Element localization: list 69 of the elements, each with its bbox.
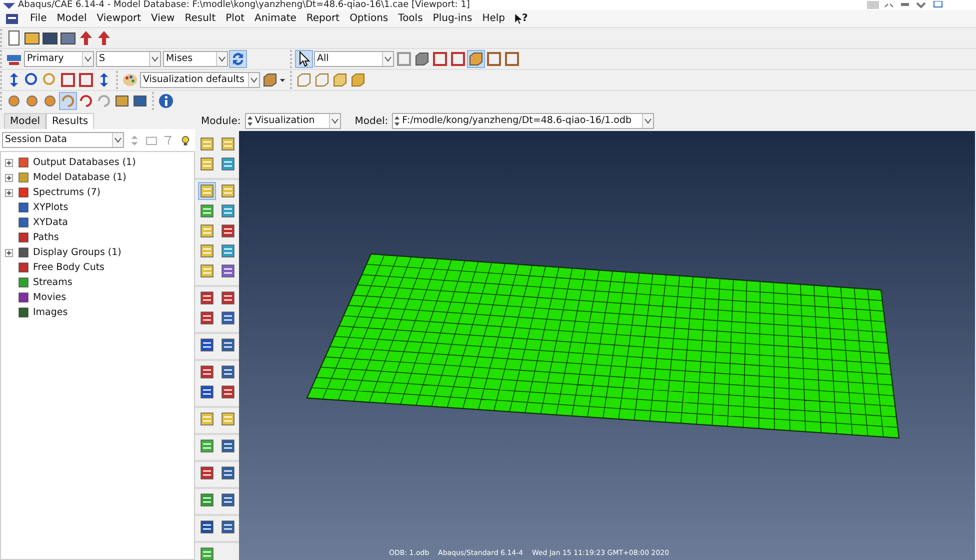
tree-item[interactable]: Free Body Cuts [33, 262, 105, 273]
wireframe-cube-icon[interactable] [296, 72, 312, 88]
spinner-icon[interactable] [246, 115, 253, 127]
window-title: Abaqus/CAE 6.14-4 - Model Database: F:\modle\kong\yanzheng\Dt=48.6-qiao-16\1.cae [Viewport: 1] [18, 0, 470, 10]
panel-tab[interactable]: Model [4, 113, 46, 129]
chevron-down-icon[interactable] [248, 73, 259, 87]
undo-icon[interactable] [78, 93, 94, 109]
tree-item[interactable]: XYPlots [33, 202, 68, 213]
expand-icon[interactable] [5, 188, 13, 196]
menu-item[interactable]: Animate [254, 13, 296, 24]
highlight-icon[interactable] [468, 51, 484, 67]
menu-item[interactable]: View [151, 13, 175, 24]
tree-item[interactable]: Streams [33, 277, 72, 288]
menu-item[interactable]: Help [482, 13, 506, 24]
step-dropdown[interactable]: Primary [24, 51, 94, 67]
whats-this-button[interactable]: ? [515, 13, 528, 24]
new-file-icon[interactable] [6, 30, 22, 46]
spinner-icon[interactable] [394, 115, 400, 127]
monitor-icon[interactable] [931, 1, 943, 9]
module-label: Module: [201, 116, 241, 126]
cube-dropdown-icon[interactable] [262, 72, 286, 88]
model-label: Model: [354, 116, 388, 126]
menu-item[interactable]: File [30, 13, 47, 24]
menu-item[interactable]: Options [350, 13, 388, 24]
selection-dropdown[interactable]: All [314, 51, 394, 67]
tree-item[interactable]: Paths [33, 232, 59, 243]
tree-item[interactable]: Spectrums (7) [33, 187, 100, 198]
chevron-down-icon[interactable] [328, 114, 340, 128]
model-dropdown[interactable]: F:/modle/kong/yanzheng/Dt=48.6-qiao-16/1.odb [392, 113, 654, 129]
tree-item[interactable]: Images [33, 307, 68, 318]
chevron-down-icon[interactable] [82, 52, 93, 66]
tree-item[interactable]: Display Groups (1) [33, 247, 122, 258]
menu-item[interactable]: Tools [398, 13, 423, 24]
tree-item[interactable]: XYData [33, 217, 68, 228]
chevron-down-icon[interactable] [382, 52, 393, 66]
menu-item[interactable]: Plug-ins [432, 13, 472, 24]
cube-icon[interactable] [332, 72, 348, 88]
expand-icon[interactable] [5, 158, 13, 166]
circle-icon[interactable] [42, 93, 58, 109]
module-dropdown[interactable]: Visualization [244, 113, 341, 129]
chevron-down-icon[interactable] [149, 52, 160, 66]
export-icon[interactable] [96, 30, 112, 46]
invariant-dropdown[interactable]: Mises [163, 51, 228, 67]
lightbulb-icon[interactable] [179, 134, 192, 146]
tree-item[interactable]: Movies [33, 292, 66, 303]
panel-tab[interactable]: Results [46, 113, 94, 129]
variable-dropdown[interactable]: S [96, 51, 161, 67]
shaded-cube-icon[interactable] [350, 72, 366, 88]
chevron-down-icon[interactable] [642, 114, 654, 128]
import-icon[interactable] [78, 30, 94, 46]
menu-item[interactable]: Plot [226, 13, 244, 24]
session-dropdown[interactable]: Session Data [2, 132, 124, 148]
expand-icon[interactable] [5, 174, 13, 182]
menu-item[interactable]: Result [184, 13, 216, 24]
tree-item[interactable]: Model Database (1) [33, 172, 126, 183]
palette-icon[interactable] [122, 72, 138, 88]
chevron-icon[interactable] [915, 1, 927, 9]
render-style-dropdown[interactable]: Visualization defaults [140, 72, 260, 88]
cube-icon[interactable] [314, 72, 330, 88]
refresh-icon[interactable] [230, 51, 246, 67]
tree-item[interactable]: Output Databases (1) [33, 157, 136, 168]
chevron-down-icon[interactable] [216, 52, 227, 66]
minimize-icon[interactable] [899, 1, 911, 9]
menu-item[interactable]: Report [306, 13, 340, 24]
expand-icon[interactable] [5, 248, 13, 256]
info-icon[interactable] [158, 93, 174, 109]
menu-item[interactable]: Viewport [96, 13, 141, 24]
chevron-down-icon[interactable] [112, 133, 123, 147]
menu-item[interactable]: Model [56, 13, 87, 24]
